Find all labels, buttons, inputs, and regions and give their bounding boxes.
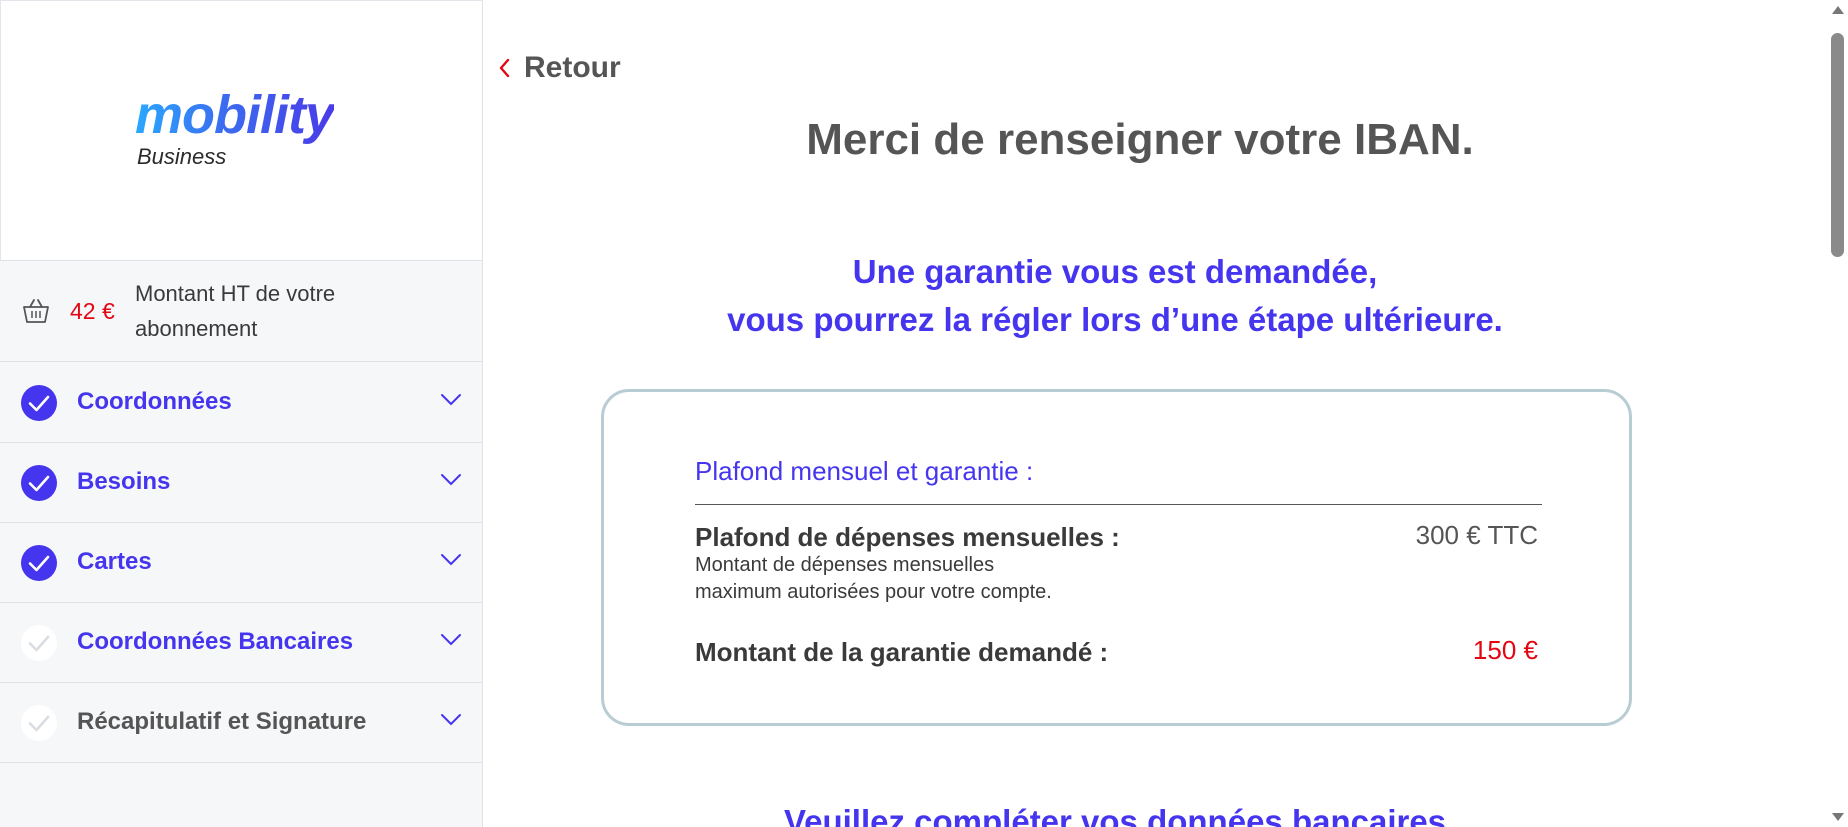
mobility-business-logo: mobility Business (135, 85, 365, 175)
check-circle-icon (21, 465, 57, 501)
check-pending-icon (21, 705, 57, 741)
step-cartes[interactable]: Cartes (0, 523, 482, 603)
chevron-left-icon (499, 58, 510, 78)
scroll-down-arrow-icon[interactable] (1832, 813, 1844, 821)
check-circle-icon (21, 385, 57, 421)
step-label: Besoins (77, 468, 171, 495)
bank-details-heading: Veuillez compléter vos données bancaires (783, 803, 1447, 827)
step-label: Coordonnées Bancaires (77, 628, 354, 655)
step-label: Cartes (77, 548, 152, 575)
guarantee-message: Une garantie vous est demandée, vous pou… (600, 248, 1630, 344)
scroll-up-arrow-icon[interactable] (1832, 6, 1844, 14)
logo-box: mobility Business (0, 0, 482, 261)
monthly-limit-description-line1: Montant de dépenses mensuelles (695, 554, 995, 576)
basket-icon (23, 299, 49, 323)
logo-sub-text: Business (137, 144, 227, 169)
chevron-down-icon (441, 634, 461, 646)
monthly-limit-label: Plafond de dépenses mensuelles : (695, 522, 1120, 552)
step-label: Récapitulatif et Signature (77, 708, 367, 735)
monthly-limit-description: Montant de dépenses mensuelles maximum a… (695, 552, 1095, 606)
vertical-scrollbar[interactable] (1828, 0, 1848, 827)
monthly-limit-description-line2: maximum autorisées pour votre compte. (695, 581, 1052, 603)
step-coordonnees[interactable]: Coordonnées (0, 363, 482, 443)
subscription-amount-label: Montant HT de votre abonnement (135, 281, 336, 341)
chevron-down-icon (441, 714, 461, 726)
guarantee-amount-label: Montant de la garantie demandé : (695, 637, 1109, 667)
guarantee-message-line2: vous pourrez la régler lors d’une étape … (727, 301, 1503, 338)
step-coordonnees-bancaires[interactable]: Coordonnées Bancaires (0, 603, 482, 683)
step-besoins[interactable]: Besoins (0, 443, 482, 523)
check-circle-icon (21, 545, 57, 581)
subscription-amount-value: 42 € (70, 298, 115, 324)
check-pending-icon (21, 625, 57, 661)
back-label: Retour (524, 51, 621, 84)
logo-main-text: mobility (135, 85, 335, 145)
guarantee-message-line1: Une garantie vous est demandée, (852, 253, 1378, 290)
subscription-amount: 42 € Montant HT de votre abonnement (0, 262, 482, 362)
page-title: Merci de renseigner votre IBAN. (806, 115, 1474, 164)
page: mobility Business 42 € Montant HT de vot… (0, 0, 1848, 827)
step-label: Coordonnées (77, 388, 232, 415)
guarantee-card: Plafond mensuel et garantie : Plafond de… (601, 389, 1632, 726)
card-divider (695, 504, 1542, 505)
chevron-down-icon (441, 394, 461, 406)
scroll-thumb[interactable] (1831, 33, 1844, 257)
card-header: Plafond mensuel et garantie : (695, 456, 1034, 486)
sidebar: mobility Business 42 € Montant HT de vot… (0, 0, 483, 827)
monthly-limit-value: 300 € TTC (1415, 520, 1538, 550)
chevron-down-icon (441, 554, 461, 566)
guarantee-amount-value: 150 € (1472, 635, 1538, 665)
step-recapitulatif-signature[interactable]: Récapitulatif et Signature (0, 683, 482, 763)
chevron-down-icon (441, 474, 461, 486)
